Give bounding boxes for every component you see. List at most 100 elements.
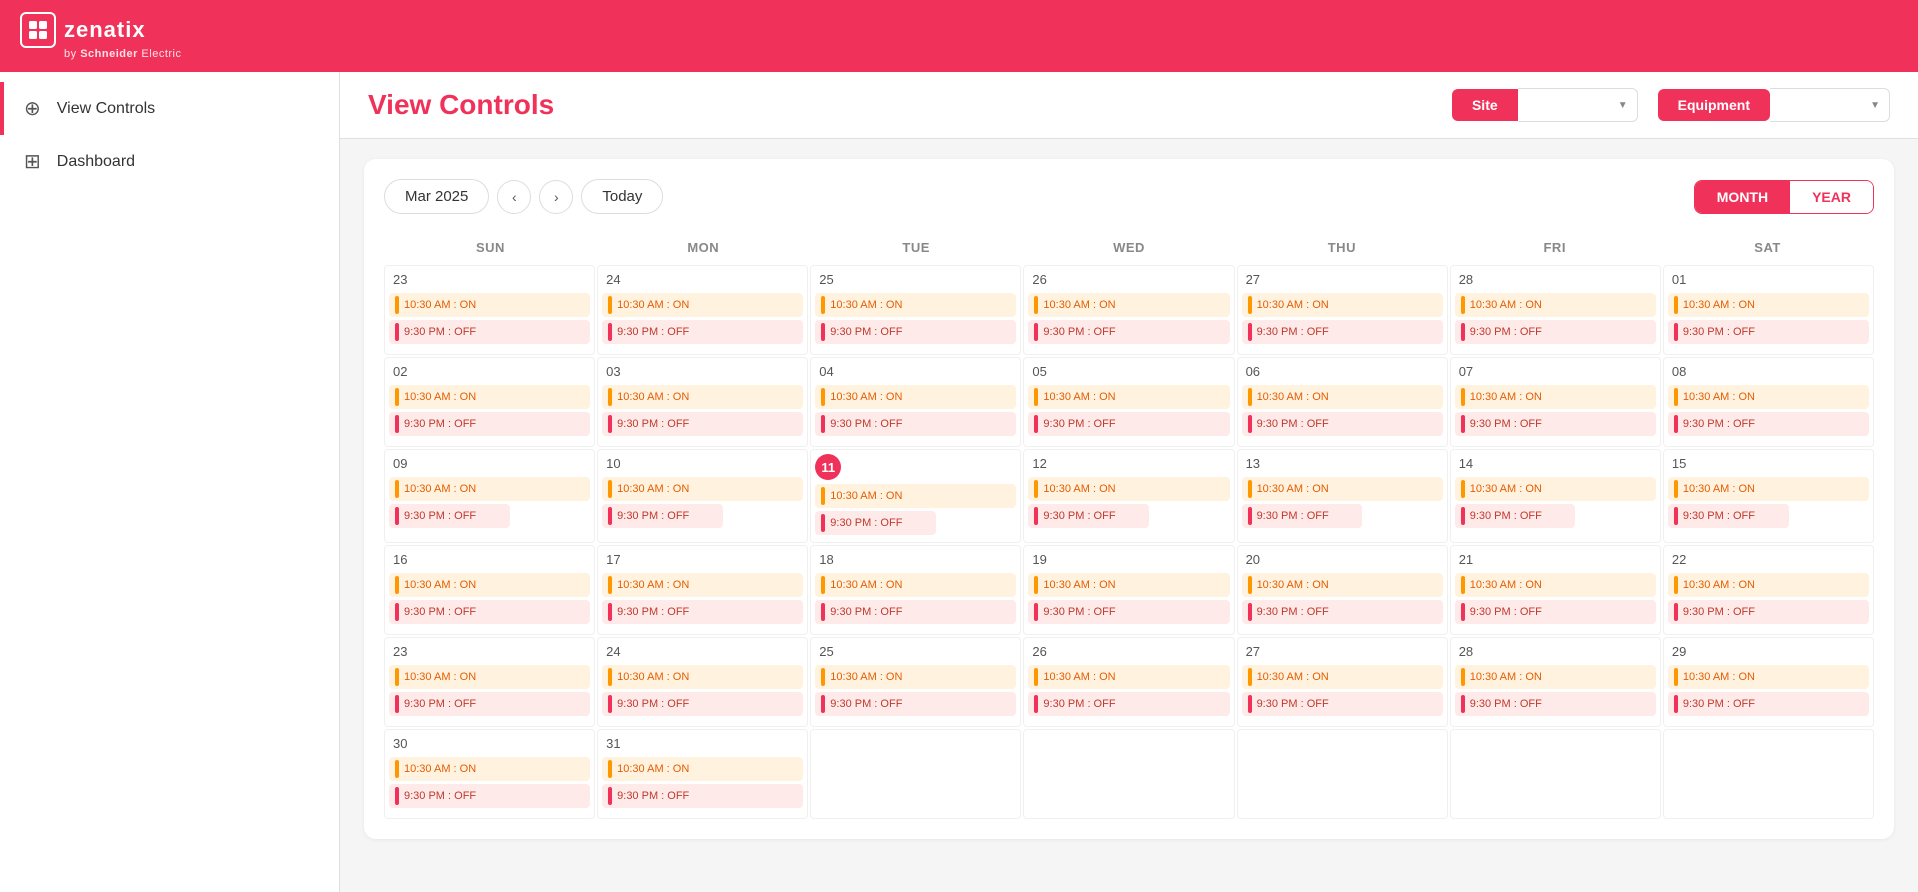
calendar-cell[interactable]: 2210:30 AM : ON9:30 PM : OFF — [1663, 545, 1874, 635]
event-on[interactable]: 10:30 AM : ON — [602, 665, 803, 689]
event-on[interactable]: 10:30 AM : ON — [1455, 293, 1656, 317]
event-on[interactable]: 10:30 AM : ON — [815, 293, 1016, 317]
event-on[interactable]: 10:30 AM : ON — [389, 757, 590, 781]
event-on[interactable]: 10:30 AM : ON — [602, 477, 803, 501]
calendar-cell[interactable]: 2310:30 AM : ON9:30 PM : OFF — [384, 265, 595, 355]
event-off[interactable]: 9:30 PM : OFF — [815, 692, 1016, 716]
event-off[interactable]: 9:30 PM : OFF — [389, 504, 510, 528]
event-on[interactable]: 10:30 AM : ON — [602, 573, 803, 597]
prev-month-button[interactable]: ‹ — [497, 180, 531, 214]
event-off[interactable]: 9:30 PM : OFF — [602, 784, 803, 808]
calendar-cell[interactable]: 0110:30 AM : ON9:30 PM : OFF — [1663, 265, 1874, 355]
event-on[interactable]: 10:30 AM : ON — [1455, 573, 1656, 597]
event-on[interactable]: 10:30 AM : ON — [1668, 477, 1869, 501]
calendar-cell[interactable]: 2810:30 AM : ON9:30 PM : OFF — [1450, 637, 1661, 727]
event-off[interactable]: 9:30 PM : OFF — [602, 412, 803, 436]
event-off[interactable]: 9:30 PM : OFF — [1242, 320, 1443, 344]
event-off[interactable]: 9:30 PM : OFF — [1455, 600, 1656, 624]
event-on[interactable]: 10:30 AM : ON — [815, 484, 1016, 508]
event-off[interactable]: 9:30 PM : OFF — [1668, 412, 1869, 436]
event-off[interactable]: 9:30 PM : OFF — [389, 320, 590, 344]
calendar-cell[interactable]: 2410:30 AM : ON9:30 PM : OFF — [597, 265, 808, 355]
calendar-cell[interactable]: 2010:30 AM : ON9:30 PM : OFF — [1237, 545, 1448, 635]
event-off[interactable]: 9:30 PM : OFF — [1028, 504, 1149, 528]
event-off[interactable]: 9:30 PM : OFF — [602, 320, 803, 344]
event-off[interactable]: 9:30 PM : OFF — [389, 600, 590, 624]
event-off[interactable]: 9:30 PM : OFF — [815, 412, 1016, 436]
calendar-cell[interactable]: 1210:30 AM : ON9:30 PM : OFF — [1023, 449, 1234, 543]
event-on[interactable]: 10:30 AM : ON — [1028, 573, 1229, 597]
event-off[interactable]: 9:30 PM : OFF — [1668, 692, 1869, 716]
event-on[interactable]: 10:30 AM : ON — [1242, 293, 1443, 317]
calendar-cell[interactable]: 2710:30 AM : ON9:30 PM : OFF — [1237, 637, 1448, 727]
calendar-cell[interactable]: 1310:30 AM : ON9:30 PM : OFF — [1237, 449, 1448, 543]
event-on[interactable]: 10:30 AM : ON — [1668, 293, 1869, 317]
event-on[interactable]: 10:30 AM : ON — [1028, 293, 1229, 317]
year-view-button[interactable]: YEAR — [1790, 181, 1873, 213]
calendar-cell[interactable]: 1710:30 AM : ON9:30 PM : OFF — [597, 545, 808, 635]
event-off[interactable]: 9:30 PM : OFF — [1455, 504, 1576, 528]
event-on[interactable]: 10:30 AM : ON — [1668, 573, 1869, 597]
event-off[interactable]: 9:30 PM : OFF — [389, 692, 590, 716]
event-off[interactable]: 9:30 PM : OFF — [1455, 320, 1656, 344]
event-off[interactable]: 9:30 PM : OFF — [1455, 412, 1656, 436]
event-off[interactable]: 9:30 PM : OFF — [602, 692, 803, 716]
event-off[interactable]: 9:30 PM : OFF — [602, 600, 803, 624]
event-on[interactable]: 10:30 AM : ON — [1028, 477, 1229, 501]
equipment-button[interactable]: Equipment — [1658, 89, 1770, 121]
sidebar-item-dashboard[interactable]: ⊞ Dashboard — [0, 135, 339, 188]
site-button[interactable]: Site — [1452, 89, 1518, 121]
event-off[interactable]: 9:30 PM : OFF — [1028, 600, 1229, 624]
calendar-cell[interactable]: 2510:30 AM : ON9:30 PM : OFF — [810, 637, 1021, 727]
event-off[interactable]: 9:30 PM : OFF — [815, 600, 1016, 624]
calendar-cell[interactable]: 1810:30 AM : ON9:30 PM : OFF — [810, 545, 1021, 635]
month-view-button[interactable]: MONTH — [1695, 181, 1790, 213]
calendar-cell[interactable]: 2810:30 AM : ON9:30 PM : OFF — [1450, 265, 1661, 355]
calendar-cell[interactable]: 2310:30 AM : ON9:30 PM : OFF — [384, 637, 595, 727]
calendar-cell[interactable]: 0810:30 AM : ON9:30 PM : OFF — [1663, 357, 1874, 447]
event-off[interactable]: 9:30 PM : OFF — [1242, 504, 1363, 528]
event-on[interactable]: 10:30 AM : ON — [389, 477, 590, 501]
event-on[interactable]: 10:30 AM : ON — [1455, 385, 1656, 409]
calendar-cell[interactable] — [1237, 729, 1448, 819]
calendar-cell[interactable]: 1010:30 AM : ON9:30 PM : OFF — [597, 449, 808, 543]
event-off[interactable]: 9:30 PM : OFF — [1028, 692, 1229, 716]
event-off[interactable]: 9:30 PM : OFF — [389, 412, 590, 436]
event-off[interactable]: 9:30 PM : OFF — [815, 511, 936, 535]
calendar-cell[interactable]: 1610:30 AM : ON9:30 PM : OFF — [384, 545, 595, 635]
event-off[interactable]: 9:30 PM : OFF — [1668, 504, 1789, 528]
event-on[interactable]: 10:30 AM : ON — [815, 573, 1016, 597]
calendar-cell[interactable]: 0510:30 AM : ON9:30 PM : OFF — [1023, 357, 1234, 447]
event-on[interactable]: 10:30 AM : ON — [815, 385, 1016, 409]
event-on[interactable]: 10:30 AM : ON — [1242, 385, 1443, 409]
calendar-cell[interactable]: 1110:30 AM : ON9:30 PM : OFF — [810, 449, 1021, 543]
event-off[interactable]: 9:30 PM : OFF — [1668, 320, 1869, 344]
calendar-cell[interactable]: 0910:30 AM : ON9:30 PM : OFF — [384, 449, 595, 543]
event-on[interactable]: 10:30 AM : ON — [602, 757, 803, 781]
event-on[interactable]: 10:30 AM : ON — [389, 573, 590, 597]
calendar-cell[interactable]: 3110:30 AM : ON9:30 PM : OFF — [597, 729, 808, 819]
calendar-cell[interactable]: 1410:30 AM : ON9:30 PM : OFF — [1450, 449, 1661, 543]
calendar-cell[interactable]: 0310:30 AM : ON9:30 PM : OFF — [597, 357, 808, 447]
calendar-cell[interactable]: 2610:30 AM : ON9:30 PM : OFF — [1023, 265, 1234, 355]
calendar-cell[interactable]: 2910:30 AM : ON9:30 PM : OFF — [1663, 637, 1874, 727]
event-on[interactable]: 10:30 AM : ON — [602, 293, 803, 317]
calendar-cell[interactable] — [1663, 729, 1874, 819]
event-off[interactable]: 9:30 PM : OFF — [1242, 692, 1443, 716]
event-on[interactable]: 10:30 AM : ON — [1455, 477, 1656, 501]
calendar-cell[interactable]: 1910:30 AM : ON9:30 PM : OFF — [1023, 545, 1234, 635]
event-off[interactable]: 9:30 PM : OFF — [1028, 320, 1229, 344]
event-on[interactable]: 10:30 AM : ON — [389, 665, 590, 689]
event-on[interactable]: 10:30 AM : ON — [1668, 385, 1869, 409]
calendar-cell[interactable]: 2510:30 AM : ON9:30 PM : OFF — [810, 265, 1021, 355]
calendar-cell[interactable]: 3010:30 AM : ON9:30 PM : OFF — [384, 729, 595, 819]
event-off[interactable]: 9:30 PM : OFF — [1668, 600, 1869, 624]
event-on[interactable]: 10:30 AM : ON — [389, 385, 590, 409]
event-on[interactable]: 10:30 AM : ON — [815, 665, 1016, 689]
calendar-cell[interactable] — [810, 729, 1021, 819]
event-off[interactable]: 9:30 PM : OFF — [602, 504, 723, 528]
event-on[interactable]: 10:30 AM : ON — [1242, 477, 1443, 501]
event-on[interactable]: 10:30 AM : ON — [1028, 385, 1229, 409]
calendar-cell[interactable]: 2610:30 AM : ON9:30 PM : OFF — [1023, 637, 1234, 727]
calendar-cell[interactable]: 0410:30 AM : ON9:30 PM : OFF — [810, 357, 1021, 447]
